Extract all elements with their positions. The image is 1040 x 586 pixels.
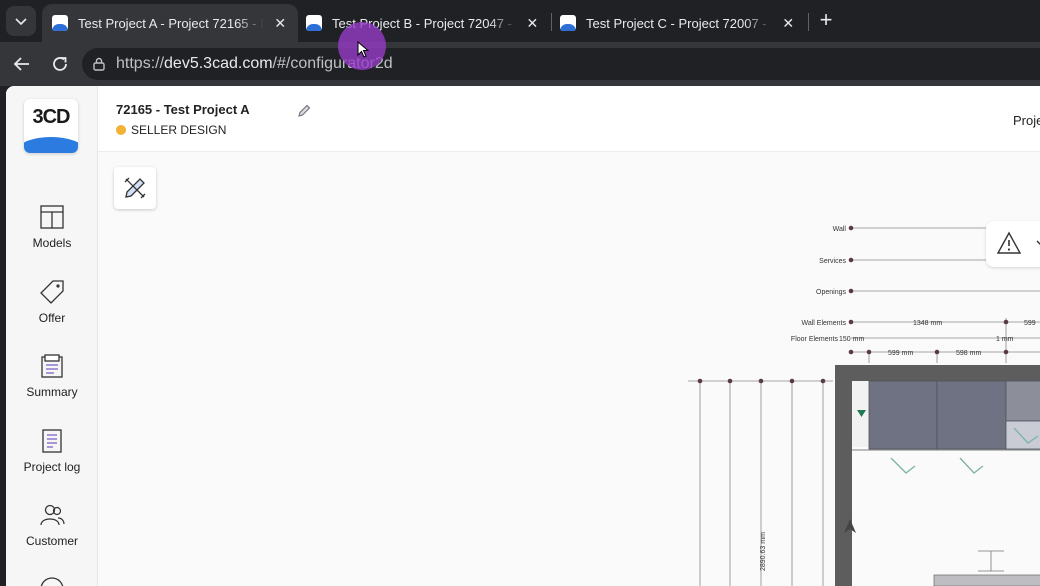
page-content: 3CD Models Offer Summary Project log Cus… [6, 86, 1040, 586]
back-button[interactable] [8, 50, 36, 78]
tab-title: Test Project A - Project 72165 - DEV [78, 15, 264, 31]
sidebar-item-offer[interactable]: Offer [6, 279, 98, 325]
sidebar-item-customer[interactable]: Customer [6, 502, 98, 548]
browser-toolbar: https://dev5.3cad.com/#/configurator2d [0, 42, 1040, 86]
status-dot [116, 125, 126, 135]
row-label-wall: Wall [833, 226, 847, 233]
3cd-favicon-icon [560, 15, 576, 31]
chevron-down-icon [15, 18, 27, 26]
cabinet-open[interactable] [1005, 420, 1040, 450]
row-label-floor-elements: Floor Elements [791, 336, 839, 343]
close-icon[interactable]: ✕ [272, 15, 288, 32]
pencil-ruler-icon [124, 177, 146, 199]
sidebar-item-label: Customer [25, 534, 78, 548]
configurator-canvas[interactable]: Wall Services Openings Wall Elements Flo… [98, 153, 1040, 586]
tab-project-b[interactable]: Test Project B - Project 72047 - DEV ✕ [296, 4, 550, 42]
sidebar-item-project-log[interactable]: Project log [6, 428, 98, 474]
wall-element-dim: 599 [1024, 320, 1036, 327]
url-host: dev5.3cad.com [164, 55, 273, 72]
header-right-label[interactable]: Proje [1013, 113, 1040, 128]
row-label-services: Services [819, 258, 846, 265]
site-info-icon[interactable] [92, 57, 106, 71]
tab-project-a[interactable]: Test Project A - Project 72165 - DEV ✕ [42, 4, 298, 42]
warning-icon [996, 231, 1022, 254]
sidebar-item-label: Summary [26, 385, 78, 399]
pencil-icon[interactable] [296, 103, 312, 119]
vertical-dim: 2890.63 mm [760, 532, 767, 571]
tag-icon [40, 280, 64, 304]
chevron-down-icon [1036, 240, 1040, 245]
log-icon [42, 429, 62, 453]
wall-element-dim: 1348 mm [913, 320, 942, 327]
sidebar-item-summary[interactable]: Summary [6, 353, 98, 399]
status-label: SELLER DESIGN [131, 123, 227, 137]
sidebar-item-more[interactable] [6, 576, 98, 586]
project-header: 72165 - Test Project A SELLER DESIGN Pro… [98, 86, 1040, 152]
tab-project-c[interactable]: Test Project C - Project 72007 - DEV ✕ [550, 4, 806, 42]
cabinet[interactable] [868, 380, 938, 450]
tab-title: Test Project C - Project 72007 - DEV [586, 15, 772, 31]
clock-icon [40, 577, 64, 586]
reload-icon [53, 57, 67, 71]
tab-strip: Test Project A - Project 72165 - DEV ✕ T… [0, 0, 1040, 42]
cabinet-dim: 599 mm [888, 350, 913, 357]
models-icon [40, 205, 64, 229]
url-prefix: https:// [116, 55, 165, 72]
sidebar-item-label: Models [32, 236, 72, 250]
close-icon[interactable]: ✕ [525, 15, 540, 32]
row-label-wall-elements: Wall Elements [802, 320, 847, 327]
cabinet[interactable] [936, 380, 1007, 450]
tab-search-button[interactable] [6, 6, 36, 36]
sidebar-item-models[interactable]: Models [6, 204, 98, 250]
project-title: 72165 - Test Project A [116, 102, 250, 117]
cabinet-dim: 598 mm [956, 350, 981, 357]
row-label-openings: Openings [816, 289, 846, 296]
floor-element-dim: 150 mm [839, 336, 864, 343]
wall-left[interactable] [835, 365, 852, 586]
wall-top[interactable] [835, 365, 1040, 381]
cabinet[interactable] [1005, 380, 1040, 422]
3cd-logo[interactable]: 3CD [24, 99, 78, 153]
back-arrow-icon [13, 57, 29, 71]
reload-button[interactable] [46, 50, 74, 78]
tab-divider [808, 13, 809, 31]
new-tab-button[interactable]: + [814, 9, 838, 33]
draw-tool-button[interactable] [114, 167, 156, 209]
warnings-button[interactable] [986, 221, 1040, 267]
logo-wave [24, 137, 78, 153]
address-bar[interactable]: https://dev5.3cad.com/#/configurator2d [82, 48, 1040, 80]
floor-plan-drawing[interactable]: Wall Services Openings Wall Elements Flo… [98, 153, 1040, 586]
project-status: SELLER DESIGN [116, 123, 226, 137]
logo-text: 3CD [32, 106, 70, 128]
mouse-pointer-icon [357, 41, 369, 58]
3cd-favicon-icon [52, 15, 68, 31]
customer-icon [40, 504, 65, 526]
summary-icon [41, 354, 63, 378]
sidebar-item-label: Project log [23, 460, 81, 474]
sidebar: 3CD Models Offer Summary Project log Cus… [6, 86, 98, 586]
close-icon[interactable]: ✕ [780, 15, 796, 32]
sidebar-item-label: Offer [38, 311, 66, 325]
floor-element-dim: 1 mm [996, 336, 1014, 343]
3cd-favicon-icon [306, 15, 322, 31]
